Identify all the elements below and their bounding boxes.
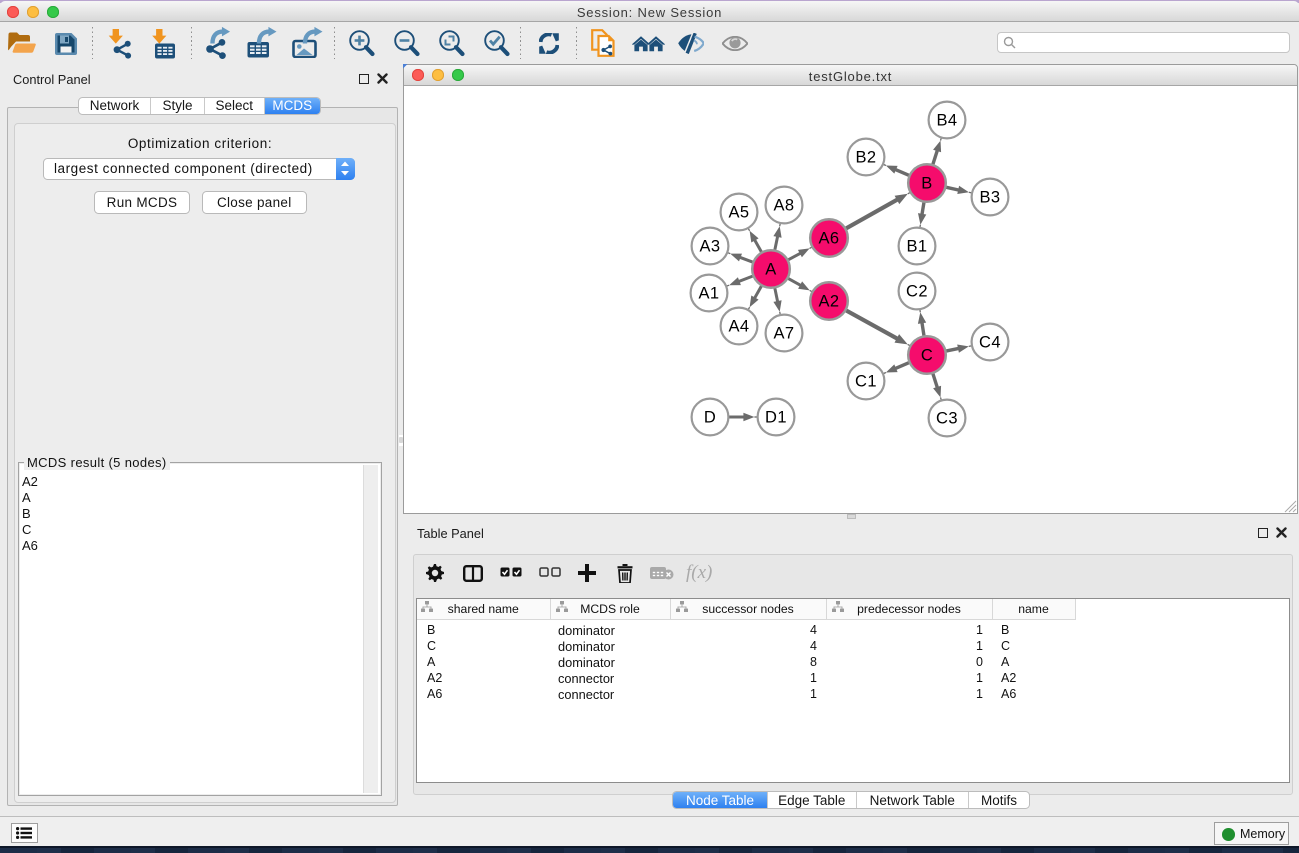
svg-text:A3: A3: [700, 238, 721, 256]
svg-text:A1: A1: [699, 285, 720, 303]
svg-text:A7: A7: [774, 325, 795, 343]
svg-text:B2: B2: [856, 149, 877, 167]
svg-text:C: C: [921, 347, 933, 365]
svg-text:D1: D1: [765, 409, 787, 427]
svg-text:A4: A4: [729, 318, 750, 336]
svg-text:A: A: [765, 261, 776, 279]
svg-text:B4: B4: [937, 112, 958, 130]
svg-text:A8: A8: [774, 197, 795, 215]
svg-text:D: D: [704, 409, 716, 427]
svg-text:B: B: [921, 175, 932, 193]
svg-text:A6: A6: [819, 230, 840, 248]
svg-text:B1: B1: [907, 238, 928, 256]
svg-text:B3: B3: [980, 189, 1001, 207]
svg-text:C2: C2: [906, 283, 928, 301]
svg-text:C3: C3: [936, 410, 958, 428]
svg-text:A2: A2: [819, 293, 840, 311]
svg-text:C1: C1: [855, 373, 877, 391]
svg-text:A5: A5: [729, 204, 750, 222]
svg-text:C4: C4: [979, 334, 1001, 352]
